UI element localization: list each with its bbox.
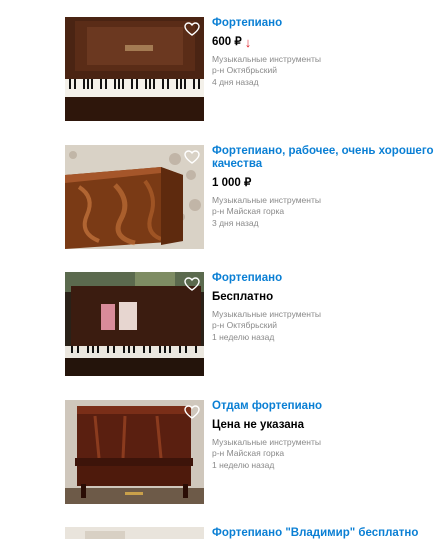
listing-info: Фортепиано Бесплатно Музыкальные инструм… <box>212 272 434 343</box>
listing-card[interactable]: Фортепиано "Владимир" бесплатно <box>65 527 437 539</box>
favorite-heart-icon[interactable] <box>183 275 201 293</box>
listing-photo[interactable] <box>65 17 204 121</box>
listing-location: р-н Майская горка <box>212 206 285 217</box>
listing-card[interactable]: Отдам фортепиано Цена не указана Музыкал… <box>65 400 437 506</box>
piano-photo-image <box>65 527 204 539</box>
listing-price: 600 ₽ ↓ <box>212 36 434 49</box>
listing-photo[interactable] <box>65 272 204 376</box>
listing-date: 1 неделю назад <box>212 331 275 342</box>
listing-info: Фортепиано "Владимир" бесплатно <box>212 527 434 540</box>
listing-meta: Музыкальные инструменты р-н Майская горк… <box>212 195 434 229</box>
price-value: 1 000 ₽ <box>212 177 252 189</box>
listing-photo[interactable] <box>65 527 204 539</box>
listing-card[interactable]: Фортепиано 600 ₽ ↓ Музыкальные инструмен… <box>65 17 437 123</box>
price-value: 600 ₽ <box>212 36 242 48</box>
listing-category: Музыкальные инструменты <box>212 309 321 319</box>
favorite-heart-icon[interactable] <box>183 148 201 166</box>
listing-info: Отдам фортепиано Цена не указана Музыкал… <box>212 400 434 471</box>
listing-card[interactable]: Фортепиано Бесплатно Музыкальные инструм… <box>65 272 437 378</box>
listing-title-link[interactable]: Фортепиано <box>212 17 434 30</box>
listing-title-link[interactable]: Отдам фортепиано <box>212 400 434 413</box>
listing-photo[interactable] <box>65 400 204 504</box>
listing-info: Фортепиано, рабочее, очень хорошего каче… <box>212 145 434 229</box>
listing-title-link[interactable]: Фортепиано <box>212 272 434 285</box>
listing-date: 1 неделю назад <box>212 459 275 470</box>
listing-date: 4 дня назад <box>212 76 259 87</box>
favorite-heart-icon[interactable] <box>183 20 201 38</box>
price-value: Цена не указана <box>212 419 304 431</box>
listing-category: Музыкальные инструменты <box>212 54 321 64</box>
listing-location: р-н Майская горка <box>212 448 285 459</box>
price-value: Бесплатно <box>212 291 274 303</box>
listing-info: Фортепиано 600 ₽ ↓ Музыкальные инструмен… <box>212 17 434 88</box>
listing-meta: Музыкальные инструменты р-н Майская горк… <box>212 437 434 471</box>
favorite-heart-icon[interactable] <box>183 403 201 421</box>
listing-meta: Музыкальные инструменты р-н Октябрьский … <box>212 54 434 88</box>
listing-title-link[interactable]: Фортепиано "Владимир" бесплатно <box>212 527 434 540</box>
listing-photo[interactable] <box>65 145 204 249</box>
listing-date: 3 дня назад <box>212 217 259 228</box>
listing-category: Музыкальные инструменты <box>212 437 321 447</box>
listing-card[interactable]: Фортепиано, рабочее, очень хорошего каче… <box>65 145 437 251</box>
listing-meta: Музыкальные инструменты р-н Октябрьский … <box>212 309 434 343</box>
listing-price: Бесплатно <box>212 291 434 304</box>
arrow-down-icon: ↓ <box>244 35 252 50</box>
listing-location: р-н Октябрьский <box>212 65 278 76</box>
listing-price: Цена не указана <box>212 419 434 432</box>
listing-location: р-н Октябрьский <box>212 320 278 331</box>
listing-price: 1 000 ₽ <box>212 177 434 190</box>
listing-category: Музыкальные инструменты <box>212 195 321 205</box>
listing-title-link[interactable]: Фортепиано, рабочее, очень хорошего каче… <box>212 145 434 171</box>
